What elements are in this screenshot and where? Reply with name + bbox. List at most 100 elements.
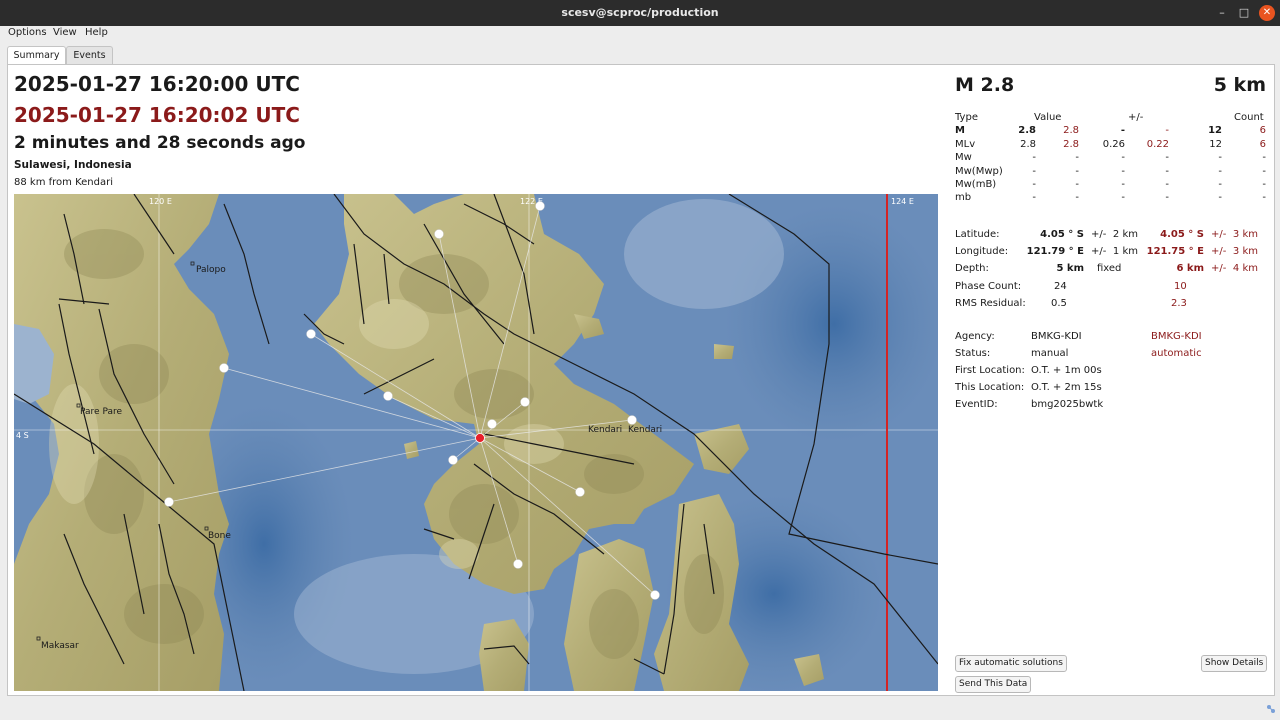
grid-label-120e: 120 E	[149, 197, 172, 206]
mag-row-uncert-auto: -	[1165, 125, 1169, 136]
mag-row-count-auto: -	[1262, 192, 1266, 203]
depth-summary: 5 km	[1213, 74, 1266, 96]
rms-residual-value-auto: 2.3	[1171, 298, 1187, 309]
menu-view[interactable]: View	[53, 27, 77, 38]
tab-events[interactable]: Events	[66, 46, 113, 65]
mag-row-type: Mw(Mwp)	[955, 166, 1003, 177]
mag-row-count-auto: -	[1262, 166, 1266, 177]
send-this-data-button[interactable]: Send This Data	[955, 676, 1032, 693]
title-bar: scesv@scproc/production – □ ✕	[0, 0, 1280, 26]
latitude-pm: +/-	[1091, 229, 1107, 240]
mag-row-count-auto: -	[1262, 152, 1266, 163]
map-canvas[interactable]: Palopo Pare Pare Bone Makasar Kendari Ke…	[14, 194, 938, 691]
phase-count-value: 24	[1054, 281, 1067, 292]
phase-count-value-auto: 10	[1174, 281, 1187, 292]
station-marker[interactable]	[306, 329, 316, 339]
phase-count-label: Phase Count:	[955, 281, 1022, 292]
mag-row-uncert: -	[1121, 166, 1125, 177]
mag-row-type: mb	[955, 192, 972, 203]
depth-label: Depth:	[955, 263, 989, 274]
mag-row-count: -	[1218, 192, 1222, 203]
longitude-uncertainty: 1 km	[1112, 246, 1138, 257]
rms-residual-value: 0.5	[1051, 298, 1067, 309]
city-label-palopo: Palopo	[196, 265, 226, 275]
mag-row-count-auto: 6	[1259, 139, 1266, 150]
station-marker[interactable]	[487, 419, 497, 429]
mag-row-uncert-auto: -	[1165, 166, 1169, 177]
mag-row-value-auto: -	[1075, 166, 1079, 177]
longitude-uncertainty-auto: 3 km	[1232, 246, 1258, 257]
epicenter-marker[interactable]	[475, 433, 485, 443]
mag-row-uncert-auto: -	[1165, 192, 1169, 203]
mag-row-uncert: -	[1120, 125, 1125, 136]
mag-row-type: MLv	[955, 139, 976, 150]
station-marker[interactable]	[219, 363, 229, 373]
station-marker[interactable]	[448, 455, 458, 465]
grid-label-4s: 4 S	[16, 431, 29, 440]
event-map[interactable]: Palopo Pare Pare Bone Makasar Kendari Ke…	[14, 194, 938, 691]
station-marker[interactable]	[627, 415, 637, 425]
menu-help[interactable]: Help	[85, 27, 108, 38]
mag-row-count: -	[1218, 166, 1222, 177]
close-icon[interactable]: ✕	[1259, 5, 1275, 21]
depth-value-auto: 6 km	[1176, 263, 1204, 274]
station-marker[interactable]	[164, 497, 174, 507]
agency-value-auto: BMKG-KDI	[1151, 331, 1202, 342]
city-label-kendari: Kendari	[588, 425, 622, 435]
mag-row-count-auto: 6	[1259, 125, 1266, 136]
depth-value: 5 km	[1056, 263, 1084, 274]
latitude-value: 4.05 ° S	[1040, 229, 1084, 240]
station-marker[interactable]	[383, 391, 393, 401]
mag-row-uncert: -	[1121, 152, 1125, 163]
show-details-button[interactable]: Show Details	[1201, 655, 1268, 672]
city-label-kendari-station: Kendari	[628, 425, 662, 435]
agency-value: BMKG-KDI	[1031, 331, 1082, 342]
shallow-sea-area	[624, 199, 784, 309]
mag-row-value-auto: 2.8	[1063, 125, 1079, 136]
depth-uncertainty-auto: 4 km	[1232, 263, 1258, 274]
status-bar	[0, 697, 1280, 720]
this-location-value: O.T. + 2m 15s	[1031, 382, 1102, 393]
mag-row-value: 2.8	[1020, 139, 1036, 150]
time-ago: 2 minutes and 28 seconds ago	[14, 133, 306, 153]
grid-label-122e: 122 E	[520, 197, 543, 206]
depth-fixed-status: fixed	[1097, 263, 1122, 274]
mag-row-uncert-auto: 0.22	[1146, 139, 1169, 150]
latitude-uncertainty-auto: 3 km	[1232, 229, 1258, 240]
mag-row-uncert-auto: -	[1165, 152, 1169, 163]
station-marker[interactable]	[434, 229, 444, 239]
region-name: Sulawesi, Indonesia	[14, 159, 132, 171]
mag-row-type: Mw	[955, 152, 972, 163]
mag-row-count: -	[1218, 179, 1222, 190]
menu-options[interactable]: Options	[8, 27, 47, 38]
longitude-pm-auto: +/-	[1211, 246, 1227, 257]
city-label-bone: Bone	[208, 531, 231, 541]
longitude-value-auto: 121.75 ° E	[1146, 246, 1204, 257]
origin-time-automatic: 2025-01-27 16:20:02 UTC	[14, 103, 300, 127]
magnitude-summary: M 2.8	[955, 74, 1015, 96]
tab-summary[interactable]: Summary	[7, 46, 66, 66]
station-marker[interactable]	[575, 487, 585, 497]
mag-row-count: 12	[1209, 139, 1222, 150]
station-marker[interactable]	[513, 559, 523, 569]
agency-label: Agency:	[955, 331, 995, 342]
fix-automatic-solutions-button[interactable]: Fix automatic solutions	[955, 655, 1067, 672]
mag-row-uncert: -	[1121, 192, 1125, 203]
grid-label-124e: 124 E	[891, 197, 914, 206]
mag-row-value-auto: -	[1075, 152, 1079, 163]
mag-row-type: M	[955, 125, 965, 136]
status-value-auto: automatic	[1151, 348, 1202, 359]
mag-row-type: Mw(mB)	[955, 179, 997, 190]
station-marker[interactable]	[650, 590, 660, 600]
station-marker[interactable]	[520, 397, 530, 407]
land-island	[714, 344, 734, 359]
mag-row-value: -	[1032, 152, 1036, 163]
mag-row-uncert-auto: -	[1165, 179, 1169, 190]
event-id-label: EventID:	[955, 399, 998, 410]
maximize-icon[interactable]: □	[1236, 5, 1252, 21]
minimize-icon[interactable]: –	[1214, 5, 1230, 21]
mag-row-value: -	[1032, 166, 1036, 177]
longitude-label: Longitude:	[955, 246, 1009, 257]
longitude-pm: +/-	[1091, 246, 1107, 257]
mag-row-value-auto: -	[1075, 192, 1079, 203]
